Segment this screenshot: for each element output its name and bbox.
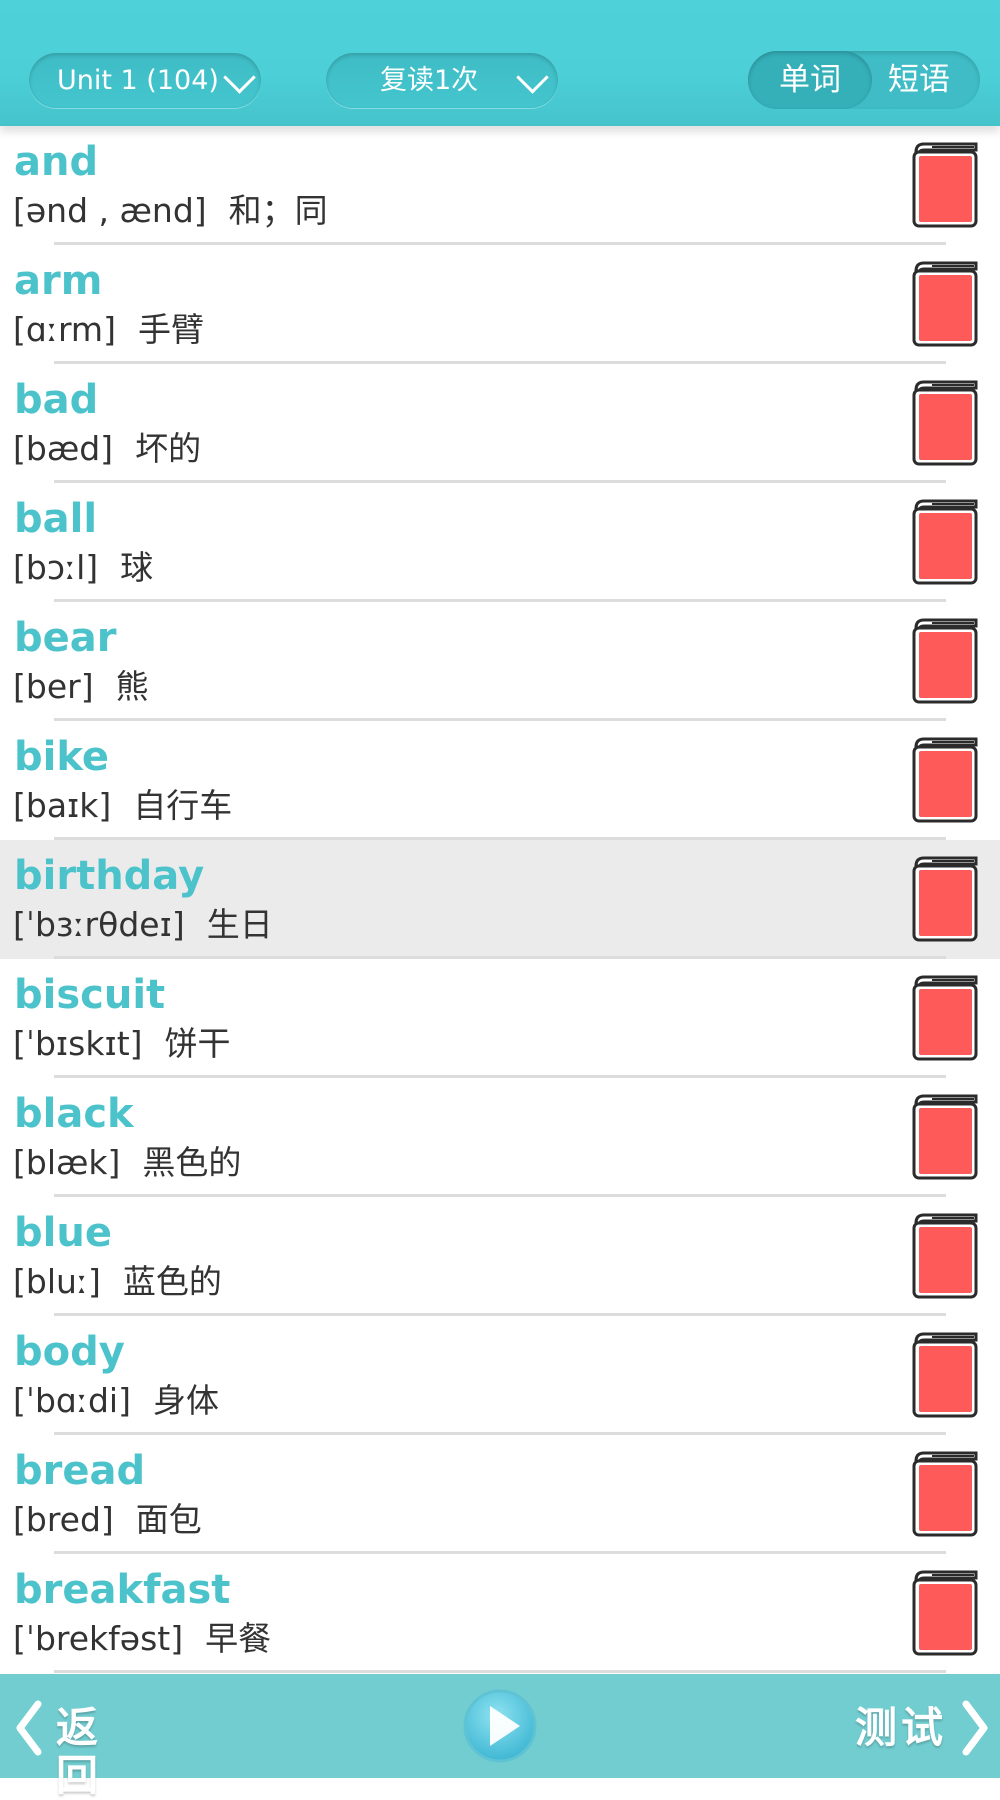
word-definition: [ˈbɑːdi] 身体 — [13, 1381, 219, 1421]
word-row[interactable]: bread [bred] 面包 — [0, 1435, 1000, 1554]
phonetic-text: [ˈbɜːrθdeɪ] — [13, 905, 185, 944]
top-toolbar: Unit 1 (104) 复读1次 单词 短语 — [0, 0, 1000, 126]
meaning-text: 早餐 — [205, 1619, 272, 1658]
word-row[interactable]: birthday [ˈbɜːrθdeɪ] 生日 — [0, 840, 1000, 959]
unit-select-label: Unit 1 (104) — [57, 65, 219, 96]
row-divider — [54, 1670, 946, 1673]
word-definition: [ˈbrekfəst] 早餐 — [13, 1619, 271, 1659]
word-definition: [bæd] 坏的 — [13, 429, 201, 469]
word-row[interactable]: ball [bɔːl] 球 — [0, 483, 1000, 602]
word-definition: [ber] 熊 — [13, 667, 149, 707]
word-row[interactable]: black [blæk] 黑色的 — [0, 1078, 1000, 1197]
word-text: bear — [14, 615, 117, 661]
phonetic-text: [ˈbrekfəst] — [13, 1619, 184, 1658]
word-text: breakfast — [14, 1567, 231, 1613]
phonetic-text: [ɑːrm] — [13, 310, 116, 349]
book-icon[interactable] — [910, 1092, 978, 1180]
word-row[interactable]: bike [baɪk] 自行车 — [0, 721, 1000, 840]
word-definition: [bɔːl] 球 — [13, 548, 153, 588]
meaning-text: 和；同 — [228, 191, 328, 230]
phonetic-text: [baɪk] — [13, 786, 112, 825]
book-icon[interactable] — [910, 1449, 978, 1537]
book-icon[interactable] — [910, 259, 978, 347]
word-row[interactable]: breakfast [ˈbrekfəst] 早餐 — [0, 1554, 1000, 1673]
meaning-text: 身体 — [152, 1381, 219, 1420]
tab-words[interactable]: 单词 — [748, 51, 872, 109]
phonetic-text: [ˈbɪskɪt] — [13, 1024, 143, 1063]
meaning-text: 生日 — [206, 905, 273, 944]
book-icon[interactable] — [910, 735, 978, 823]
meaning-text: 面包 — [135, 1500, 202, 1539]
word-definition: [ɑːrm] 手臂 — [13, 310, 204, 350]
play-button[interactable] — [462, 1688, 538, 1764]
meaning-text: 坏的 — [135, 429, 202, 468]
word-text: biscuit — [14, 972, 166, 1018]
book-icon[interactable] — [910, 616, 978, 704]
word-definition: [ˈbɪskɪt] 饼干 — [13, 1024, 231, 1064]
word-list: and [ənd , ænd] 和；同 arm [ɑːrm] 手臂 bad [bæd… — [0, 126, 1000, 1673]
word-text: ball — [14, 496, 98, 542]
phonetic-text: [ənd , ænd] — [13, 191, 207, 230]
chevron-left-icon — [16, 1700, 42, 1756]
meaning-text: 手臂 — [137, 310, 204, 349]
word-definition: [baɪk] 自行车 — [13, 786, 232, 826]
word-definition: [bred] 面包 — [13, 1500, 202, 1540]
meaning-text: 自行车 — [133, 786, 233, 825]
test-label: 测试 — [855, 1703, 948, 1752]
repeat-select-label: 复读1次 — [380, 65, 479, 96]
book-icon[interactable] — [910, 1330, 978, 1418]
word-text: blue — [14, 1210, 112, 1256]
word-row[interactable]: bad [bæd] 坏的 — [0, 364, 1000, 483]
book-icon[interactable] — [910, 378, 978, 466]
word-text: and — [14, 139, 99, 185]
phonetic-text: [ber] — [13, 667, 94, 706]
word-text: bad — [14, 377, 99, 423]
word-row[interactable]: blue [bluː] 蓝色的 — [0, 1197, 1000, 1316]
book-icon[interactable] — [910, 854, 978, 942]
bottom-toolbar: 返回 测试 — [0, 1674, 1000, 1800]
word-row[interactable]: bear [ber] 熊 — [0, 602, 1000, 721]
chevron-right-icon — [962, 1700, 988, 1756]
word-text: body — [14, 1329, 125, 1375]
word-definition: [ənd , ænd] 和；同 — [13, 191, 328, 231]
meaning-text: 熊 — [115, 667, 149, 706]
book-icon[interactable] — [910, 497, 978, 585]
word-text: birthday — [14, 853, 205, 899]
test-button[interactable]: 测试 — [855, 1698, 990, 1758]
word-row[interactable]: arm [ɑːrm] 手臂 — [0, 245, 1000, 364]
word-text: arm — [14, 258, 103, 304]
unit-select[interactable]: Unit 1 (104) — [29, 53, 261, 108]
book-icon[interactable] — [910, 973, 978, 1061]
book-icon[interactable] — [910, 1211, 978, 1299]
chevron-down-icon — [223, 61, 256, 94]
word-text: bread — [14, 1448, 146, 1494]
meaning-text: 蓝色的 — [122, 1262, 222, 1301]
back-label: 返回 — [56, 1703, 103, 1800]
mode-toggle: 单词 短语 — [748, 51, 980, 109]
meaning-text: 球 — [120, 548, 154, 587]
tab-phrases[interactable]: 短语 — [864, 51, 974, 109]
book-icon[interactable] — [910, 140, 978, 228]
word-row[interactable]: biscuit [ˈbɪskɪt] 饼干 — [0, 959, 1000, 1078]
chevron-down-icon — [516, 61, 549, 94]
word-definition: [blæk] 黑色的 — [13, 1143, 241, 1183]
word-text: black — [14, 1091, 134, 1137]
word-definition: [ˈbɜːrθdeɪ] 生日 — [13, 905, 273, 945]
book-icon[interactable] — [910, 1568, 978, 1656]
repeat-select[interactable]: 复读1次 — [326, 53, 558, 108]
phonetic-text: [bred] — [13, 1500, 114, 1539]
phonetic-text: [blæk] — [13, 1143, 121, 1182]
phonetic-text: [bluː] — [13, 1262, 101, 1301]
word-text: bike — [14, 734, 109, 780]
meaning-text: 黑色的 — [142, 1143, 242, 1182]
phonetic-text: [bɔːl] — [13, 548, 99, 587]
phonetic-text: [ˈbɑːdi] — [13, 1381, 131, 1420]
word-row[interactable]: body [ˈbɑːdi] 身体 — [0, 1316, 1000, 1435]
word-definition: [bluː] 蓝色的 — [13, 1262, 222, 1302]
word-row[interactable]: and [ənd , ænd] 和；同 — [0, 126, 1000, 245]
phonetic-text: [bæd] — [13, 429, 114, 468]
meaning-text: 饼干 — [164, 1024, 231, 1063]
